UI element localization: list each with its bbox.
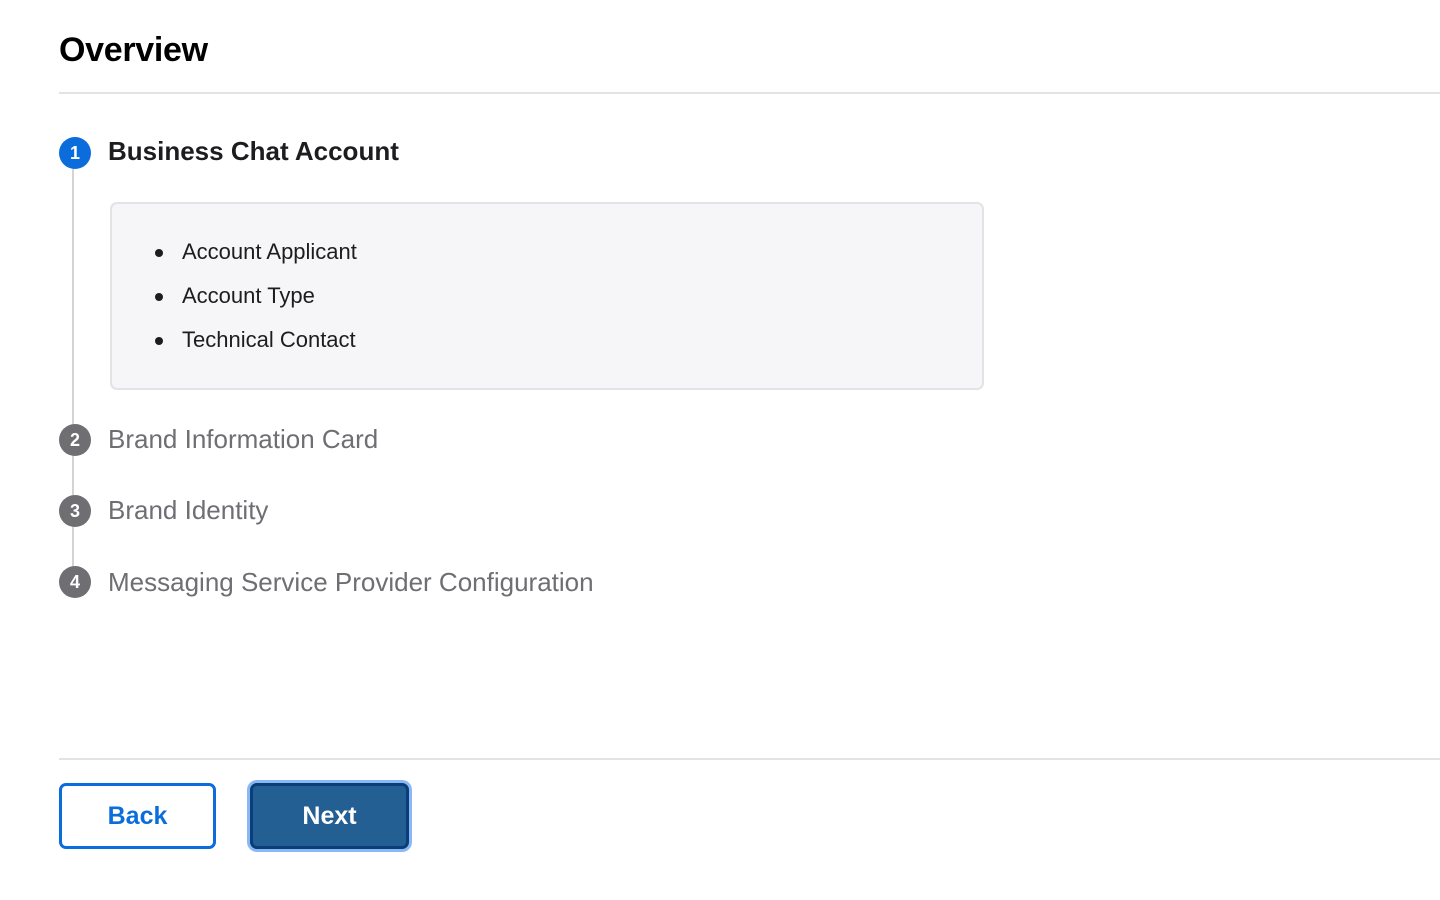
bullet-dot-icon xyxy=(155,293,163,301)
step-number-badge: 3 xyxy=(59,495,91,527)
overview-page: Overview 1 Business Chat Account Account… xyxy=(0,0,1440,900)
step-connector-line xyxy=(72,168,74,424)
step-number-badge: 1 xyxy=(59,137,91,169)
list-item-label: Account Applicant xyxy=(182,239,357,264)
bullet-dot-icon xyxy=(155,337,163,345)
step-number-badge: 2 xyxy=(59,424,91,456)
step-title: Brand Identity xyxy=(108,495,269,525)
list-item: Account Type xyxy=(152,280,357,324)
list-item-label: Technical Contact xyxy=(182,327,356,352)
footer-divider xyxy=(59,758,1440,760)
back-button[interactable]: Back xyxy=(59,783,216,849)
step-number-badge: 4 xyxy=(59,566,91,598)
header-divider xyxy=(59,92,1440,94)
page-title: Overview xyxy=(59,31,208,69)
step-title: Messaging Service Provider Configuration xyxy=(108,567,594,597)
step-title: Business Chat Account xyxy=(108,136,399,166)
bullet-dot-icon xyxy=(155,249,163,257)
list-item-label: Account Type xyxy=(182,283,315,308)
step-connector-line xyxy=(72,455,74,495)
step-details-list: Account Applicant Account Type Technical… xyxy=(152,236,357,368)
next-button[interactable]: Next xyxy=(250,783,409,849)
step-connector-line xyxy=(72,526,74,566)
list-item: Account Applicant xyxy=(152,236,357,280)
list-item: Technical Contact xyxy=(152,324,357,368)
step-details-panel: Account Applicant Account Type Technical… xyxy=(110,202,984,390)
step-title: Brand Information Card xyxy=(108,424,379,454)
